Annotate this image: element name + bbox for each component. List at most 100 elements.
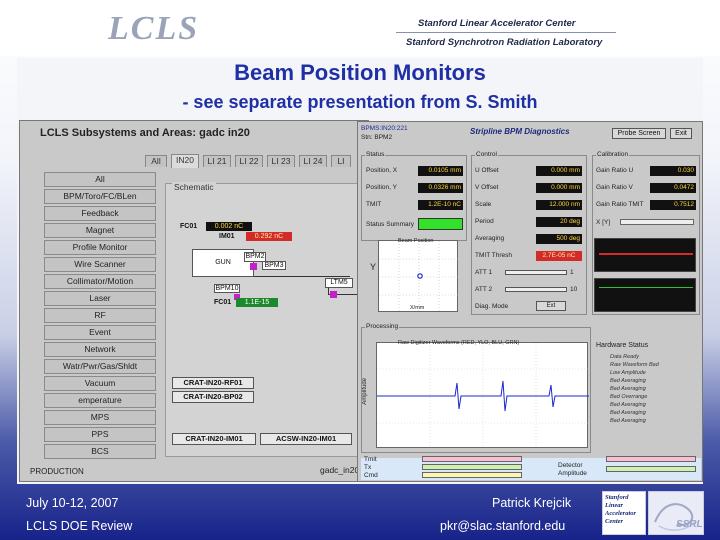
legend-item: Bad Averaging <box>610 410 646 416</box>
control-value-v-offset[interactable]: 0.000 mm <box>536 183 582 193</box>
waveform-svg <box>377 343 589 449</box>
side-button-vacuum[interactable]: Vacuum <box>44 376 156 391</box>
status-value-position-y: 0.0326 mm <box>418 183 463 193</box>
calibration-group-title: Calibration <box>596 151 630 158</box>
cal-value-gain-tmit: 0.7512 <box>650 200 696 210</box>
crate-button-rf01[interactable]: CRAT-IN20-RF01 <box>172 377 254 389</box>
crate-button-im01[interactable]: CRAT-IN20-IM01 <box>172 433 256 445</box>
status-bar-green <box>422 464 522 470</box>
cal-strip-chart-2 <box>594 278 696 312</box>
side-button-pps[interactable]: PPS <box>44 427 156 442</box>
side-button-wire-scanner[interactable]: Wire Scanner <box>44 257 156 272</box>
legend-item: Raw Waveform Bad <box>610 362 659 368</box>
tab-li22[interactable]: LI 22 <box>235 155 263 167</box>
beam-position-point <box>417 273 423 279</box>
side-button-network[interactable]: Network <box>44 342 156 357</box>
beam-position-plot <box>378 240 459 313</box>
processing-group-title: Processing <box>365 323 400 330</box>
tab-in20[interactable]: IN20 <box>171 154 199 168</box>
footer-email: pkr@slac.stanford.edu <box>440 519 566 533</box>
bpm10-box[interactable]: BPM10 <box>214 284 240 293</box>
control-label-u-offset: U Offset <box>475 167 499 174</box>
side-button-profile-monitor[interactable]: Profile Monitor <box>44 240 156 255</box>
bottom-label-tx: Tx <box>364 464 372 471</box>
beamline <box>242 276 350 277</box>
subsystems-window: LCLS Subsystems and Areas: gadc in20 All… <box>19 120 369 482</box>
cal-label-gain-tmit: Gain Ratio TMIT <box>596 201 644 208</box>
exit-button[interactable]: Exit <box>670 128 692 139</box>
status-label-position-y: Position, Y <box>366 184 397 191</box>
tab-li[interactable]: LI <box>331 155 351 167</box>
status-label-position-x: Position, X <box>366 167 398 174</box>
ssrl-logo-text: SSRL <box>676 519 703 530</box>
ltm5-box[interactable]: LTM5 <box>325 278 353 288</box>
status-group-title: Status <box>365 151 386 158</box>
tab-li24[interactable]: LI 24 <box>299 155 327 167</box>
tab-li21[interactable]: LI 21 <box>203 155 231 167</box>
cal-xy-slider[interactable] <box>620 219 694 225</box>
status-label-summary: Status Summary <box>366 221 415 228</box>
side-button-laser[interactable]: Laser <box>44 291 156 306</box>
bpm-diagnostics-window: BPMS:IN20:221 Stn: BPM2 Stripline BPM Di… <box>357 121 703 482</box>
control-value-averaging[interactable]: 500 deg <box>536 234 582 244</box>
beam-position-label: Beam Position <box>398 238 434 244</box>
cal-strip-chart-1 <box>594 238 696 272</box>
control-label-scale: Scale <box>475 201 492 208</box>
footer-event: LCLS DOE Review <box>26 519 133 533</box>
beam-position-svg <box>379 241 459 313</box>
side-button-water-power[interactable]: Watr/Pwr/Gas/Shldt <box>44 359 156 374</box>
side-button-event[interactable]: Event <box>44 325 156 340</box>
control-value-period[interactable]: 20 deg <box>536 217 582 227</box>
footer-date: July 10-12, 2007 <box>26 496 119 510</box>
status-summary-indicator <box>418 218 463 230</box>
control-value-scale[interactable]: 12.000 nm <box>536 200 582 210</box>
legend-item: Bad Averaging <box>610 402 646 408</box>
crate-button-bp02[interactable]: CRAT-IN20-BP02 <box>172 391 254 403</box>
tab-li23[interactable]: LI 23 <box>267 155 295 167</box>
att1-slider[interactable] <box>505 270 567 275</box>
control-group-title: Control <box>475 151 498 158</box>
waveform-plot <box>376 342 589 449</box>
tab-all[interactable]: All <box>145 155 167 167</box>
side-button-all[interactable]: All <box>44 172 156 187</box>
header-divider <box>396 32 616 33</box>
att2-slider[interactable] <box>505 287 567 292</box>
control-value-att2: 10 <box>570 286 578 293</box>
control-value-tmit-thresh[interactable]: 2.7E-05 nC <box>536 251 582 261</box>
amp-label-detector: Detector <box>558 462 583 469</box>
fc01b-value: 1.1E-15 <box>236 298 278 307</box>
cal-label-xy: X [Y] <box>596 219 611 226</box>
diag-mode-select[interactable]: Ext <box>536 301 566 311</box>
side-button-magnet[interactable]: Magnet <box>44 223 156 238</box>
ltm5-marker <box>330 291 337 298</box>
im01-label: IM01 <box>219 233 235 240</box>
control-value-u-offset[interactable]: 0.000 mm <box>536 166 582 176</box>
control-label-period: Period <box>475 218 494 225</box>
side-button-rf[interactable]: RF <box>44 308 156 323</box>
legend-item: Bad Averaging <box>610 386 646 392</box>
gadc-label: gadc_in20 <box>320 465 360 475</box>
schematic-title: Schematic <box>172 182 216 192</box>
side-button-collimator[interactable]: Collimator/Motion <box>44 274 156 289</box>
legend-item: Bad Averaging <box>610 418 646 424</box>
legend-item: Data Ready <box>610 354 640 360</box>
cal-strip-trace-2 <box>599 287 693 288</box>
legend-item: Bad Overrange <box>610 394 648 400</box>
probe-screen-button[interactable]: Probe Screen <box>612 128 666 139</box>
status-value-position-x: 0.0105 mm <box>418 166 463 176</box>
control-label-att2: ATT 2 <box>475 286 493 293</box>
bpm3-box[interactable]: BPM3 <box>262 261 286 270</box>
side-button-mps[interactable]: MPS <box>44 410 156 425</box>
fc01-label: FC01 <box>180 223 198 230</box>
switch-button-im01[interactable]: ACSW-IN20-IM01 <box>260 433 352 445</box>
footer-presenter: Patrick Krejcik <box>492 496 572 510</box>
bottom-label-tmit: Tmit <box>364 456 377 463</box>
side-button-temperature[interactable]: emperature <box>44 393 156 408</box>
waveform-y-label: Amplitude <box>362 378 368 405</box>
im01-value: 0.292 nC <box>246 232 292 241</box>
side-button-feedback[interactable]: Feedback <box>44 206 156 221</box>
fc01b-label: FC01 <box>214 299 232 306</box>
side-button-bpm[interactable]: BPM/Toro/FC/BLen <box>44 189 156 204</box>
side-button-bcs[interactable]: BCS <box>44 444 156 459</box>
slide-title: Beam Position Monitors <box>234 60 486 85</box>
